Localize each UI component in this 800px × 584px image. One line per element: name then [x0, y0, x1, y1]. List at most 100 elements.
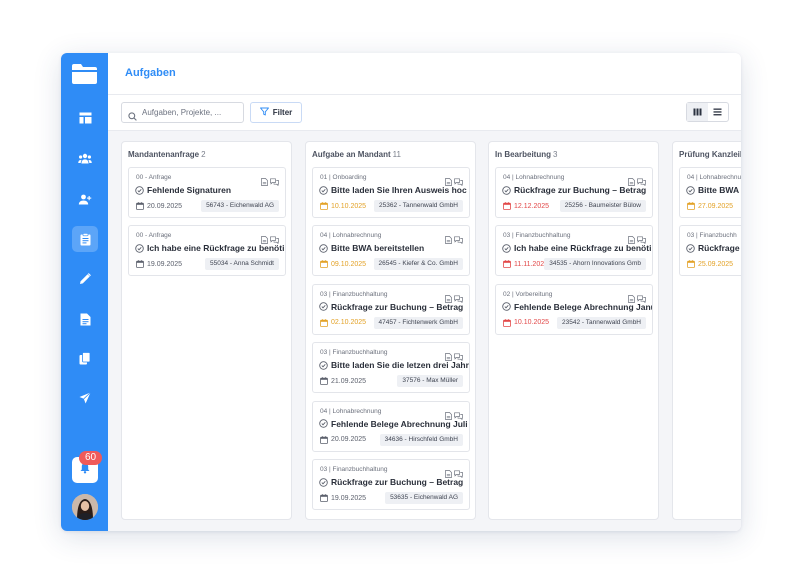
- sidebar-item-team[interactable]: [72, 145, 98, 171]
- task-category: 04 | Lohnabrechnung: [320, 232, 382, 240]
- sidebar: 60: [61, 53, 108, 531]
- due-date: 27.09.2025: [687, 202, 733, 210]
- task-title: Rückfrage: [698, 243, 740, 254]
- due-date: 20.09.2025: [320, 435, 367, 444]
- client-chip: 53635 - Eichenwald AG: [385, 492, 463, 504]
- task-card[interactable]: 03 | Finanzbuchhaltung Bitte laden Sie di…: [312, 342, 470, 394]
- task-title-row: Bitte laden Sie Ihren Ausweis hoc: [319, 184, 469, 196]
- sidebar-item-dashboard[interactable]: [72, 105, 98, 131]
- column-title: Aufgabe an Mandant: [312, 150, 391, 159]
- search-input[interactable]: [142, 105, 240, 120]
- due-date-text: 21.09.2025: [331, 377, 367, 385]
- task-title-row: Bitte laden Sie die letzen drei Jahr: [319, 359, 469, 371]
- task-category: 04 | Lohnabrechnung: [320, 407, 382, 415]
- task-category: 04 | Lohnabrechnu: [687, 174, 741, 181]
- column-header: In Bearbeitung 3: [495, 150, 557, 159]
- add-user-icon: [78, 194, 92, 205]
- task-card[interactable]: 00 - Anfrage Fehlende Signaturen 20.09.202…: [128, 167, 286, 218]
- due-date-text: 12.12.2025: [514, 202, 550, 210]
- kanban-column: Prüfung Kanzleile 04 | Lohnabrechnu Bitte …: [672, 141, 741, 520]
- send-icon: [79, 392, 91, 404]
- user-avatar[interactable]: [72, 494, 98, 520]
- check-circle-icon[interactable]: [686, 185, 695, 195]
- due-date-text: 25.09.2025: [698, 260, 734, 268]
- sidebar-item-clipboard[interactable]: [72, 226, 98, 252]
- check-circle-icon[interactable]: [319, 360, 328, 370]
- dashboard-icon: [79, 112, 92, 124]
- task-card[interactable]: 03 | Finanzbuchhaltung Rückfrage zur Buch…: [312, 283, 470, 335]
- sidebar-item-document[interactable]: [72, 306, 98, 332]
- page-header: Aufgaben: [108, 53, 741, 95]
- check-circle-icon[interactable]: [135, 185, 144, 195]
- list-view-button[interactable]: [708, 103, 729, 121]
- column-title: In Bearbeitung: [495, 150, 552, 159]
- client-chip: 25362 - Tannenwald GmbH: [373, 200, 463, 212]
- calendar-icon: [136, 202, 144, 210]
- kanban-column: Aufgabe an Mandant 11 01 | Onboarding Bitte…: [305, 141, 476, 520]
- due-date: 09.10.2025: [320, 260, 367, 269]
- task-title: Rückfrage zur Buchung – Betrag: [514, 185, 647, 195]
- check-circle-icon[interactable]: [319, 244, 328, 253]
- task-card[interactable]: 00 - Anfrage Ich habe eine Rückfrage zu b…: [128, 225, 286, 277]
- client-chip: 34636 - Hirschfeld GmbH: [379, 433, 463, 446]
- client-chip: 47457 - Fichtenwerk GmbH: [373, 316, 463, 329]
- task-card[interactable]: 03 | Finanzbuchh Rückfrage 25.09.2025: [679, 225, 741, 277]
- check-circle-icon[interactable]: [319, 302, 328, 312]
- filter-button[interactable]: Filter: [250, 102, 302, 123]
- due-date: 19.09.2025: [136, 260, 183, 269]
- due-date-text: 02.10.2025: [331, 319, 367, 327]
- task-card[interactable]: 02 | Vorbereitung Fehlende Belege Abrechn…: [495, 283, 653, 335]
- task-card[interactable]: 04 | Lohnabrechnung Rückfrage zur Buchung…: [495, 167, 653, 218]
- task-title-row: Bitte BWA: [686, 184, 741, 196]
- task-title-row: Fehlende Signaturen: [135, 184, 285, 196]
- task-category: 03 | Finanzbuchhaltung: [320, 466, 388, 473]
- check-circle-icon[interactable]: [319, 477, 328, 487]
- check-circle-icon[interactable]: [502, 302, 511, 312]
- task-card[interactable]: 04 | Lohnabrechnu Bitte BWA 27.09.2025: [679, 167, 741, 218]
- search-box[interactable]: [121, 102, 244, 123]
- folder-logo-icon[interactable]: [71, 63, 98, 85]
- check-circle-icon[interactable]: [502, 244, 511, 253]
- task-card[interactable]: 01 | Onboarding Bitte laden Sie Ihren Aus…: [312, 167, 470, 218]
- due-date: 11.11.2025: [503, 260, 548, 269]
- due-date: 12.12.2025: [503, 202, 549, 210]
- check-circle-icon[interactable]: [135, 244, 144, 253]
- due-date-text: 19.09.2025: [147, 260, 183, 268]
- calendar-icon: [503, 318, 511, 327]
- task-title: Rückfrage zur Buchung – Betrag: [331, 477, 464, 487]
- pencil-icon: [79, 273, 91, 285]
- filter-icon: [259, 107, 269, 118]
- check-circle-icon[interactable]: [319, 185, 328, 195]
- due-date-text: 19.09.2025: [331, 494, 367, 502]
- board-view-button[interactable]: [687, 103, 708, 121]
- sidebar-item-add-user[interactable]: [72, 186, 98, 212]
- sidebar-item-copy[interactable]: [72, 345, 98, 371]
- task-card[interactable]: 04 | Lohnabrechnung Bitte BWA bereitstell…: [312, 225, 470, 277]
- sidebar-item-send[interactable]: [72, 385, 98, 411]
- task-title: Fehlende Signaturen: [147, 185, 232, 195]
- task-title: Bitte BWA bereitstellen: [331, 243, 425, 254]
- column-title: Mandantenanfrage: [128, 150, 200, 159]
- due-date: 20.09.2025: [136, 202, 182, 210]
- task-card[interactable]: 04 | Lohnabrechnung Fehlende Belege Abrec…: [312, 400, 470, 452]
- check-circle-icon[interactable]: [319, 419, 328, 428]
- calendar-icon: [687, 202, 695, 210]
- due-date-text: 20.09.2025: [331, 436, 367, 444]
- task-title: Bitte BWA: [698, 185, 740, 195]
- kanban-column: In Bearbeitung 3 04 | Lohnabrechnung Rückfr…: [488, 141, 659, 520]
- filter-label: Filter: [272, 108, 293, 117]
- calendar-icon: [503, 260, 511, 269]
- task-card[interactable]: 03 | Finanzbuchhaltung Rückfrage zur Buch…: [312, 459, 470, 510]
- due-date: 25.09.2025: [687, 260, 734, 269]
- list-icon: [713, 103, 722, 121]
- task-category: 00 - Anfrage: [136, 174, 172, 181]
- task-card[interactable]: 03 | Finanzbuchhaltung Ich habe eine Rück…: [495, 225, 653, 277]
- task-title: Fehlende Belege Abrechnung Janu: [514, 301, 653, 312]
- sidebar-item-pencil[interactable]: [72, 266, 98, 292]
- client-chip: 26545 - Kiefer & Co. GmbH: [373, 258, 463, 271]
- due-date-text: 09.10.2025: [331, 260, 367, 268]
- client-chip: 34535 - Ahorn Innovations Gmb: [544, 258, 646, 271]
- check-circle-icon[interactable]: [502, 185, 511, 195]
- task-category: 03 | Finanzbuchhaltung: [320, 349, 388, 357]
- check-circle-icon[interactable]: [686, 244, 695, 253]
